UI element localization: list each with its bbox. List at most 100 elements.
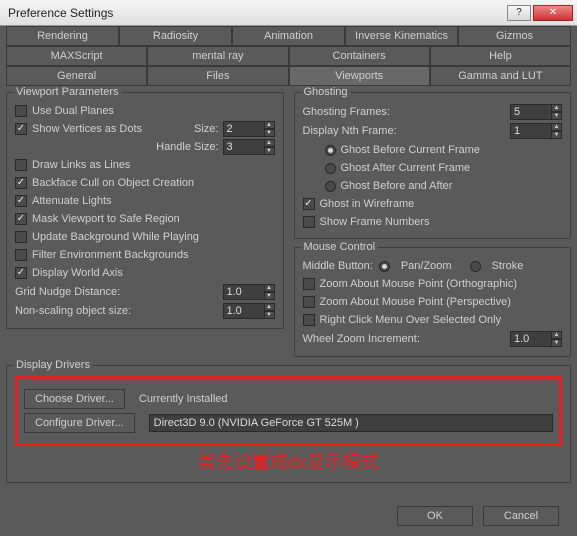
grid-input[interactable] bbox=[223, 284, 265, 300]
grid-up[interactable]: ▲ bbox=[265, 284, 275, 292]
grid-label: Grid Nudge Distance: bbox=[15, 286, 120, 298]
tab-mentalray[interactable]: mental ray bbox=[147, 46, 288, 65]
ghnum-label: Show Frame Numbers bbox=[320, 216, 430, 228]
hsize-label: Handle Size: bbox=[156, 141, 218, 153]
tab-radiosity[interactable]: Radiosity bbox=[119, 26, 232, 45]
ghwire-checkbox[interactable] bbox=[303, 198, 315, 210]
choose-driver-button[interactable]: Choose Driver... bbox=[24, 389, 125, 409]
pan-label: Pan/Zoom bbox=[401, 260, 452, 272]
tab-containers[interactable]: Containers bbox=[289, 46, 430, 65]
hsize-up[interactable]: ▲ bbox=[265, 139, 275, 147]
tab-ik[interactable]: Inverse Kinematics bbox=[345, 26, 458, 45]
drawlinks-label: Draw Links as Lines bbox=[32, 159, 130, 171]
ghnth-input[interactable] bbox=[510, 123, 552, 139]
hsize-down[interactable]: ▼ bbox=[265, 147, 275, 155]
dualplanes-label: Use Dual Planes bbox=[32, 105, 114, 117]
ghframes-down[interactable]: ▼ bbox=[552, 112, 562, 120]
hsize-input[interactable] bbox=[223, 139, 265, 155]
tab-row-3: General Files Viewports Gamma and LUT bbox=[6, 66, 571, 86]
filter-label: Filter Environment Backgrounds bbox=[32, 249, 189, 261]
tab-gizmos[interactable]: Gizmos bbox=[458, 26, 571, 45]
help-button[interactable]: ? bbox=[507, 5, 531, 21]
ghboth-label: Ghost Before and After bbox=[341, 180, 453, 192]
ghosting-group: Ghosting Ghosting Frames:▲▼ Display Nth … bbox=[294, 92, 572, 239]
tab-animation[interactable]: Animation bbox=[232, 26, 345, 45]
gh-legend: Ghosting bbox=[301, 86, 351, 98]
pan-radio[interactable] bbox=[379, 261, 390, 272]
world-label: Display World Axis bbox=[32, 267, 123, 279]
ghbefore-label: Ghost Before Current Frame bbox=[341, 144, 480, 156]
grid-down[interactable]: ▼ bbox=[265, 292, 275, 300]
annotation-text: 首先设置成dx显示模式 bbox=[15, 448, 562, 474]
size-up[interactable]: ▲ bbox=[265, 121, 275, 129]
tab-general[interactable]: General bbox=[6, 66, 147, 85]
persp-label: Zoom About Mouse Point (Perspective) bbox=[320, 296, 511, 308]
tab-help[interactable]: Help bbox=[430, 46, 571, 65]
tab-rendering[interactable]: Rendering bbox=[6, 26, 119, 45]
nonscale-down[interactable]: ▼ bbox=[265, 311, 275, 319]
atten-label: Attenuate Lights bbox=[32, 195, 112, 207]
ghboth-radio[interactable] bbox=[325, 181, 336, 192]
ortho-label: Zoom About Mouse Point (Orthographic) bbox=[320, 278, 517, 290]
size-input[interactable] bbox=[223, 121, 265, 137]
nonscale-up[interactable]: ▲ bbox=[265, 303, 275, 311]
window-title: Preference Settings bbox=[4, 6, 505, 20]
nonscale-input[interactable] bbox=[223, 303, 265, 319]
showverts-label: Show Vertices as Dots bbox=[32, 123, 142, 135]
tab-files[interactable]: Files bbox=[147, 66, 288, 85]
stroke-label: Stroke bbox=[492, 260, 524, 272]
configure-driver-button[interactable]: Configure Driver... bbox=[24, 413, 135, 433]
drawlinks-checkbox[interactable] bbox=[15, 159, 27, 171]
showverts-checkbox[interactable] bbox=[15, 123, 27, 135]
mask-label: Mask Viewport to Safe Region bbox=[32, 213, 180, 225]
filter-checkbox[interactable] bbox=[15, 249, 27, 261]
dualplanes-checkbox[interactable] bbox=[15, 105, 27, 117]
tab-maxscript[interactable]: MAXScript bbox=[6, 46, 147, 65]
wheel-up[interactable]: ▲ bbox=[552, 331, 562, 339]
ghafter-radio[interactable] bbox=[325, 163, 336, 174]
close-button[interactable]: ✕ bbox=[533, 5, 573, 21]
ghafter-label: Ghost After Current Frame bbox=[341, 162, 471, 174]
ghframes-input[interactable] bbox=[510, 104, 552, 120]
mc-legend: Mouse Control bbox=[301, 241, 379, 253]
ghbefore-radio[interactable] bbox=[325, 145, 336, 156]
ghnth-label: Display Nth Frame: bbox=[303, 125, 397, 137]
midbtn-label: Middle Button: bbox=[303, 260, 373, 272]
ghwire-label: Ghost in Wireframe bbox=[320, 198, 415, 210]
persp-checkbox[interactable] bbox=[303, 296, 315, 308]
size-label: Size: bbox=[194, 123, 218, 135]
updbg-checkbox[interactable] bbox=[15, 231, 27, 243]
rclick-label: Right Click Menu Over Selected Only bbox=[320, 314, 502, 326]
wheel-label: Wheel Zoom Increment: bbox=[303, 333, 420, 345]
ghframes-label: Ghosting Frames: bbox=[303, 106, 390, 118]
viewport-parameters-group: Viewport Parameters Use Dual Planes Show… bbox=[6, 92, 284, 329]
ghframes-up[interactable]: ▲ bbox=[552, 104, 562, 112]
ok-button[interactable]: OK bbox=[397, 506, 473, 526]
ghnth-up[interactable]: ▲ bbox=[552, 123, 562, 131]
mask-checkbox[interactable] bbox=[15, 213, 27, 225]
cancel-button[interactable]: Cancel bbox=[483, 506, 559, 526]
rclick-checkbox[interactable] bbox=[303, 314, 315, 326]
ortho-checkbox[interactable] bbox=[303, 278, 315, 290]
tab-row-2: MAXScript mental ray Containers Help bbox=[6, 46, 571, 66]
ghnth-down[interactable]: ▼ bbox=[552, 131, 562, 139]
wheel-input[interactable] bbox=[510, 331, 552, 347]
dd-legend: Display Drivers bbox=[13, 359, 93, 371]
tab-row-1: Rendering Radiosity Animation Inverse Ki… bbox=[6, 26, 571, 46]
ghnum-checkbox[interactable] bbox=[303, 216, 315, 228]
backface-checkbox[interactable] bbox=[15, 177, 27, 189]
updbg-label: Update Background While Playing bbox=[32, 231, 199, 243]
atten-checkbox[interactable] bbox=[15, 195, 27, 207]
display-drivers-group: Display Drivers Choose Driver... Current… bbox=[6, 365, 571, 483]
installed-label: Currently Installed bbox=[139, 393, 228, 405]
size-down[interactable]: ▼ bbox=[265, 129, 275, 137]
backface-label: Backface Cull on Object Creation bbox=[32, 177, 194, 189]
vp-legend: Viewport Parameters bbox=[13, 86, 122, 98]
tab-viewports[interactable]: Viewports bbox=[289, 66, 430, 85]
tab-gamma[interactable]: Gamma and LUT bbox=[430, 66, 571, 85]
wheel-down[interactable]: ▼ bbox=[552, 339, 562, 347]
stroke-radio[interactable] bbox=[470, 261, 481, 272]
mouse-control-group: Mouse Control Middle Button: Pan/Zoom St… bbox=[294, 247, 572, 357]
nonscale-label: Non-scaling object size: bbox=[15, 305, 131, 317]
world-checkbox[interactable] bbox=[15, 267, 27, 279]
